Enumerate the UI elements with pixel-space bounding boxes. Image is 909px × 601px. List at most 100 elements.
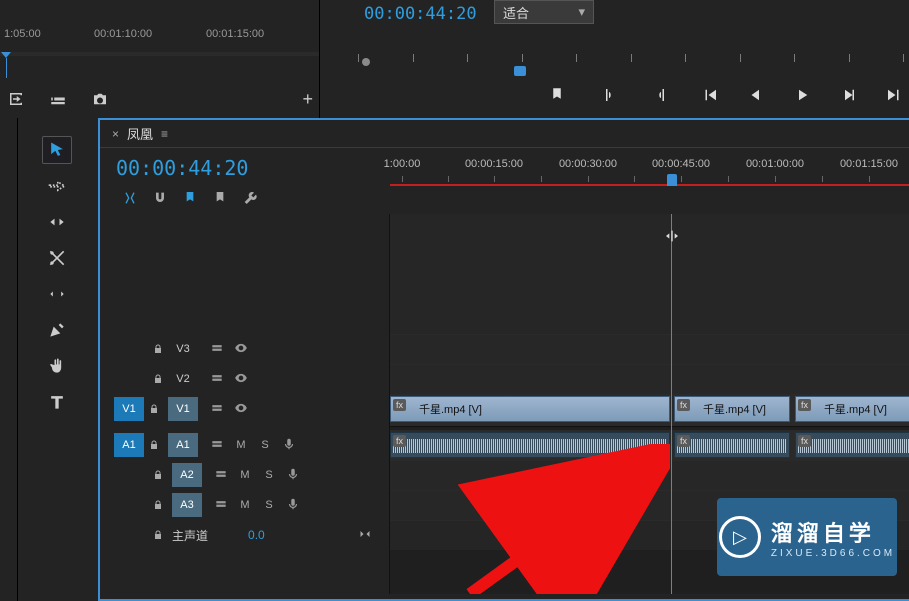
voiceover-icon[interactable] (286, 497, 300, 514)
markers-icon[interactable] (212, 190, 228, 209)
toggle-track-output-icon[interactable] (234, 371, 248, 388)
mute-toggle[interactable]: M (234, 439, 248, 451)
step-forward-icon[interactable] (839, 83, 857, 107)
export-frame-icon[interactable] (4, 87, 28, 111)
marker-icon[interactable] (545, 83, 569, 107)
track-header-a3[interactable]: A3 M S (100, 490, 389, 520)
track-header-v1[interactable]: V1 V1 (100, 394, 389, 424)
sync-lock-icon[interactable] (214, 467, 228, 484)
step-back-icon[interactable] (747, 83, 765, 107)
sync-lock-icon[interactable] (210, 371, 224, 388)
program-timecode[interactable]: 00:00:44:20 (364, 4, 477, 24)
type-tool[interactable] (42, 388, 72, 416)
mute-toggle[interactable]: M (238, 469, 252, 481)
track-label[interactable]: A2 (172, 463, 202, 487)
lock-icon[interactable] (148, 529, 168, 541)
audio-clip[interactable]: fx (390, 432, 670, 458)
toggle-track-output-icon[interactable] (234, 401, 248, 418)
hand-tool[interactable] (42, 352, 72, 380)
track-content[interactable]: fx 千星.mp4 [V] fx 千星.mp4 [V] fx 千星.mp4 [V… (390, 214, 909, 594)
master-level[interactable]: 0.0 (248, 528, 265, 542)
track-label: V2 (168, 367, 198, 391)
timeline-ruler[interactable]: 1:00:00 00:00:15:00 00:00:30:00 00:00:45… (390, 148, 909, 214)
razor-tool[interactable] (42, 244, 72, 272)
mark-out-icon[interactable] (649, 83, 673, 107)
video-clip[interactable]: fx 千星.mp4 [V] (795, 396, 909, 422)
lock-icon[interactable] (148, 343, 168, 355)
playhead-head[interactable] (667, 174, 677, 186)
track-header-a2[interactable]: A2 M S (100, 460, 389, 490)
sequence-tab[interactable]: 凤凰 (127, 124, 153, 143)
track-label[interactable]: A3 (172, 493, 202, 517)
pen-tool[interactable] (42, 316, 72, 344)
source-ruler-tick: 00:01:15:00 (206, 28, 264, 40)
add-button[interactable]: + (302, 89, 313, 110)
voiceover-icon[interactable] (282, 437, 296, 454)
track-label[interactable]: A1 (168, 433, 198, 457)
fx-badge: fx (393, 399, 406, 411)
sync-lock-icon[interactable] (214, 497, 228, 514)
source-ruler[interactable]: 1:05:00 00:01:10:00 00:01:15:00 (0, 28, 319, 68)
selection-tool[interactable] (42, 136, 72, 164)
track-header-a1[interactable]: A1 A1 M S (100, 430, 389, 460)
linked-selection-icon[interactable] (182, 190, 198, 209)
insert-icon[interactable] (46, 87, 70, 111)
timeline-timecode[interactable]: 00:00:44:20 (116, 156, 390, 180)
toggle-track-output-icon[interactable] (234, 341, 248, 358)
work-area-bar[interactable] (390, 184, 909, 186)
solo-toggle[interactable]: S (262, 469, 276, 481)
voiceover-icon[interactable] (286, 467, 300, 484)
mark-in-icon[interactable] (597, 83, 621, 107)
play-icon[interactable] (793, 83, 811, 107)
tab-close-icon[interactable]: × (112, 127, 119, 141)
program-scrubber[interactable] (358, 54, 903, 64)
camera-icon[interactable] (88, 87, 112, 111)
mute-toggle[interactable]: M (238, 499, 252, 511)
fx-badge: fx (798, 435, 811, 447)
magnet-icon[interactable] (152, 190, 168, 209)
solo-toggle[interactable]: S (262, 499, 276, 511)
scrubbar-handle[interactable] (362, 58, 370, 66)
snap-icon[interactable] (122, 190, 138, 209)
timeline-playhead[interactable] (671, 214, 672, 594)
lock-icon[interactable] (148, 373, 168, 385)
video-clip[interactable]: fx 千星.mp4 [V] (674, 396, 790, 422)
sync-lock-icon[interactable] (210, 341, 224, 358)
collapse-icon[interactable] (357, 528, 373, 543)
lock-icon[interactable] (144, 439, 164, 451)
settings-wrench-icon[interactable] (242, 190, 258, 209)
audio-clip[interactable]: fx (674, 432, 790, 458)
track-header-v3[interactable]: V3 (100, 334, 389, 364)
fx-badge: fx (393, 435, 406, 447)
source-playhead[interactable] (6, 58, 7, 78)
sync-lock-icon[interactable] (210, 401, 224, 418)
goto-in-icon[interactable] (701, 83, 719, 107)
goto-out-icon[interactable] (885, 83, 903, 107)
timeline-tabbar: × 凤凰 ≡ (100, 120, 909, 148)
main-area: × 凤凰 ≡ 00:00:44:20 1:00:00 00:00:15:00 (0, 118, 909, 601)
source-patch-a1[interactable]: A1 (114, 433, 144, 457)
track-label[interactable]: V1 (168, 397, 198, 421)
video-clip[interactable]: fx 千星.mp4 [V] (390, 396, 670, 422)
watermark-badge: 溜溜自学 ZIXUE.3D66.COM (717, 498, 897, 576)
slip-tool[interactable] (42, 280, 72, 308)
audio-clip[interactable]: fx (795, 432, 909, 458)
watermark-logo-icon (719, 516, 761, 558)
timeline-header: 00:00:44:20 1:00:00 00:00:15:00 00:00:30… (100, 148, 909, 214)
program-playhead[interactable] (514, 66, 526, 76)
ruler-label: 00:00:45:00 (652, 158, 710, 170)
zoom-fit-dropdown[interactable]: 适合 (494, 0, 594, 24)
ripple-edit-tool[interactable] (42, 208, 72, 236)
sync-lock-icon[interactable] (210, 437, 224, 454)
waveform (677, 439, 787, 453)
program-ruler[interactable] (358, 36, 903, 70)
lock-icon[interactable] (148, 499, 168, 511)
track-header-master[interactable]: 主声道 0.0 (100, 520, 389, 550)
solo-toggle[interactable]: S (258, 439, 272, 451)
lock-icon[interactable] (148, 469, 168, 481)
source-patch-v1[interactable]: V1 (114, 397, 144, 421)
lock-icon[interactable] (144, 403, 164, 415)
panel-menu-icon[interactable]: ≡ (161, 127, 168, 141)
track-select-tool[interactable] (42, 172, 72, 200)
track-header-v2[interactable]: V2 (100, 364, 389, 394)
